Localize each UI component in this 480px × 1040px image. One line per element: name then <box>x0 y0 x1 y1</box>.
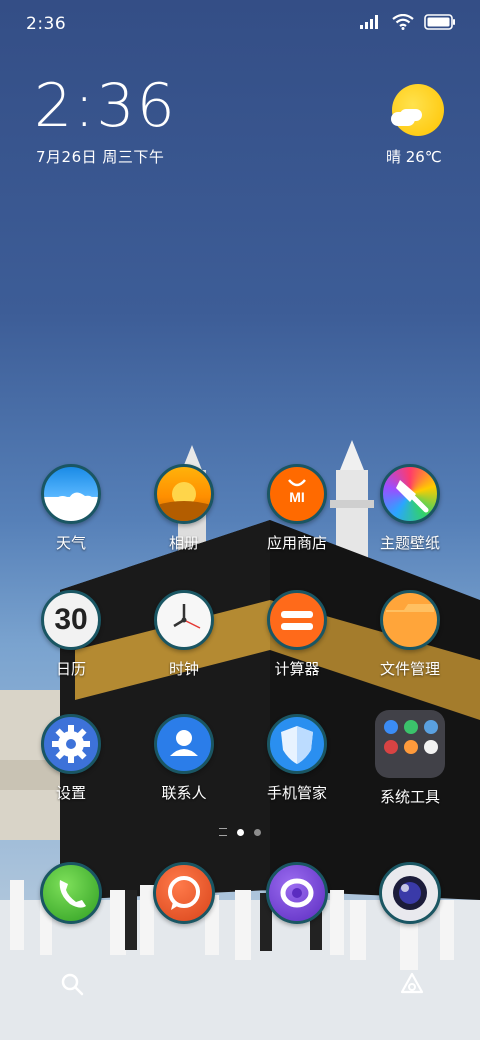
app-label: 手机管家 <box>266 784 327 802</box>
app-store[interactable]: MI 应用商店 <box>247 464 347 553</box>
phone-icon <box>40 862 102 924</box>
status-time: 2:36 <box>26 14 67 34</box>
page-dot <box>254 828 261 836</box>
app-calculator[interactable]: 计算器 <box>247 590 347 679</box>
search-icon[interactable] <box>58 970 86 998</box>
browser-orbit-icon <box>266 862 328 924</box>
camera-lens-icon <box>379 862 441 924</box>
app-contacts[interactable]: 联系人 <box>134 714 234 803</box>
app-label: 天气 <box>55 534 86 552</box>
calculator-app-icon <box>267 590 327 650</box>
shield-icon <box>267 714 327 774</box>
dock-camera[interactable] <box>360 862 460 924</box>
sunny-cloud-icon[interactable] <box>392 84 444 136</box>
app-label: 应用商店 <box>266 534 327 552</box>
weather-widget-text[interactable]: 晴 26℃ <box>386 146 442 167</box>
app-label: 日历 <box>55 660 86 678</box>
calendar-day: 30 <box>54 603 88 636</box>
app-label: 主题壁纸 <box>379 534 440 552</box>
dock-browser[interactable] <box>247 862 347 924</box>
app-calendar[interactable]: 30 日历 <box>21 590 121 679</box>
contacts-person-icon <box>154 714 214 774</box>
signal-icon <box>360 15 378 29</box>
folder-app-icon <box>380 590 440 650</box>
app-label: 计算器 <box>274 660 320 678</box>
assistant-icon[interactable] <box>398 970 426 998</box>
status-icons <box>360 14 456 30</box>
message-bubble-icon <box>153 862 215 924</box>
status-bar: 2:36 <box>0 0 480 50</box>
app-label: 文件管理 <box>379 660 440 678</box>
svg-text:MI: MI <box>289 489 305 505</box>
app-settings[interactable]: 设置 <box>21 714 121 803</box>
app-themes[interactable]: 主题壁纸 <box>360 464 460 553</box>
dock-phone[interactable] <box>21 862 121 924</box>
gallery-app-icon <box>154 464 214 524</box>
app-weather[interactable]: 天气 <box>21 464 121 553</box>
dock-messages[interactable] <box>134 862 234 924</box>
page-dot-active <box>237 828 244 836</box>
app-label: 相册 <box>168 534 199 552</box>
app-system-tools[interactable]: 系统工具 <box>360 710 460 807</box>
app-label: 时钟 <box>168 660 199 678</box>
weather-app-icon <box>41 464 101 524</box>
app-gallery[interactable]: 相册 <box>134 464 234 553</box>
folder-grid-icon <box>375 710 445 778</box>
clock-widget-time[interactable]: 2:36 <box>34 76 177 136</box>
battery-icon <box>424 14 455 30</box>
cloud-icon <box>391 112 415 126</box>
app-label: 系统工具 <box>379 788 440 806</box>
app-file-manager[interactable]: 文件管理 <box>360 590 460 679</box>
app-clock[interactable]: 时钟 <box>134 590 234 679</box>
gear-icon <box>41 714 101 774</box>
calendar-app-icon: 30 <box>41 590 101 650</box>
app-label: 联系人 <box>161 784 207 802</box>
page-list-icon <box>219 828 227 836</box>
mi-store-icon: MI <box>267 464 327 524</box>
clock-widget-date[interactable]: 7月26日 周三下午 <box>36 146 164 167</box>
wifi-icon <box>392 14 414 30</box>
themes-brush-icon <box>380 464 440 524</box>
app-label: 设置 <box>55 784 86 802</box>
clock-app-icon <box>154 590 214 650</box>
app-security[interactable]: 手机管家 <box>247 714 347 803</box>
page-indicator[interactable] <box>0 828 480 836</box>
